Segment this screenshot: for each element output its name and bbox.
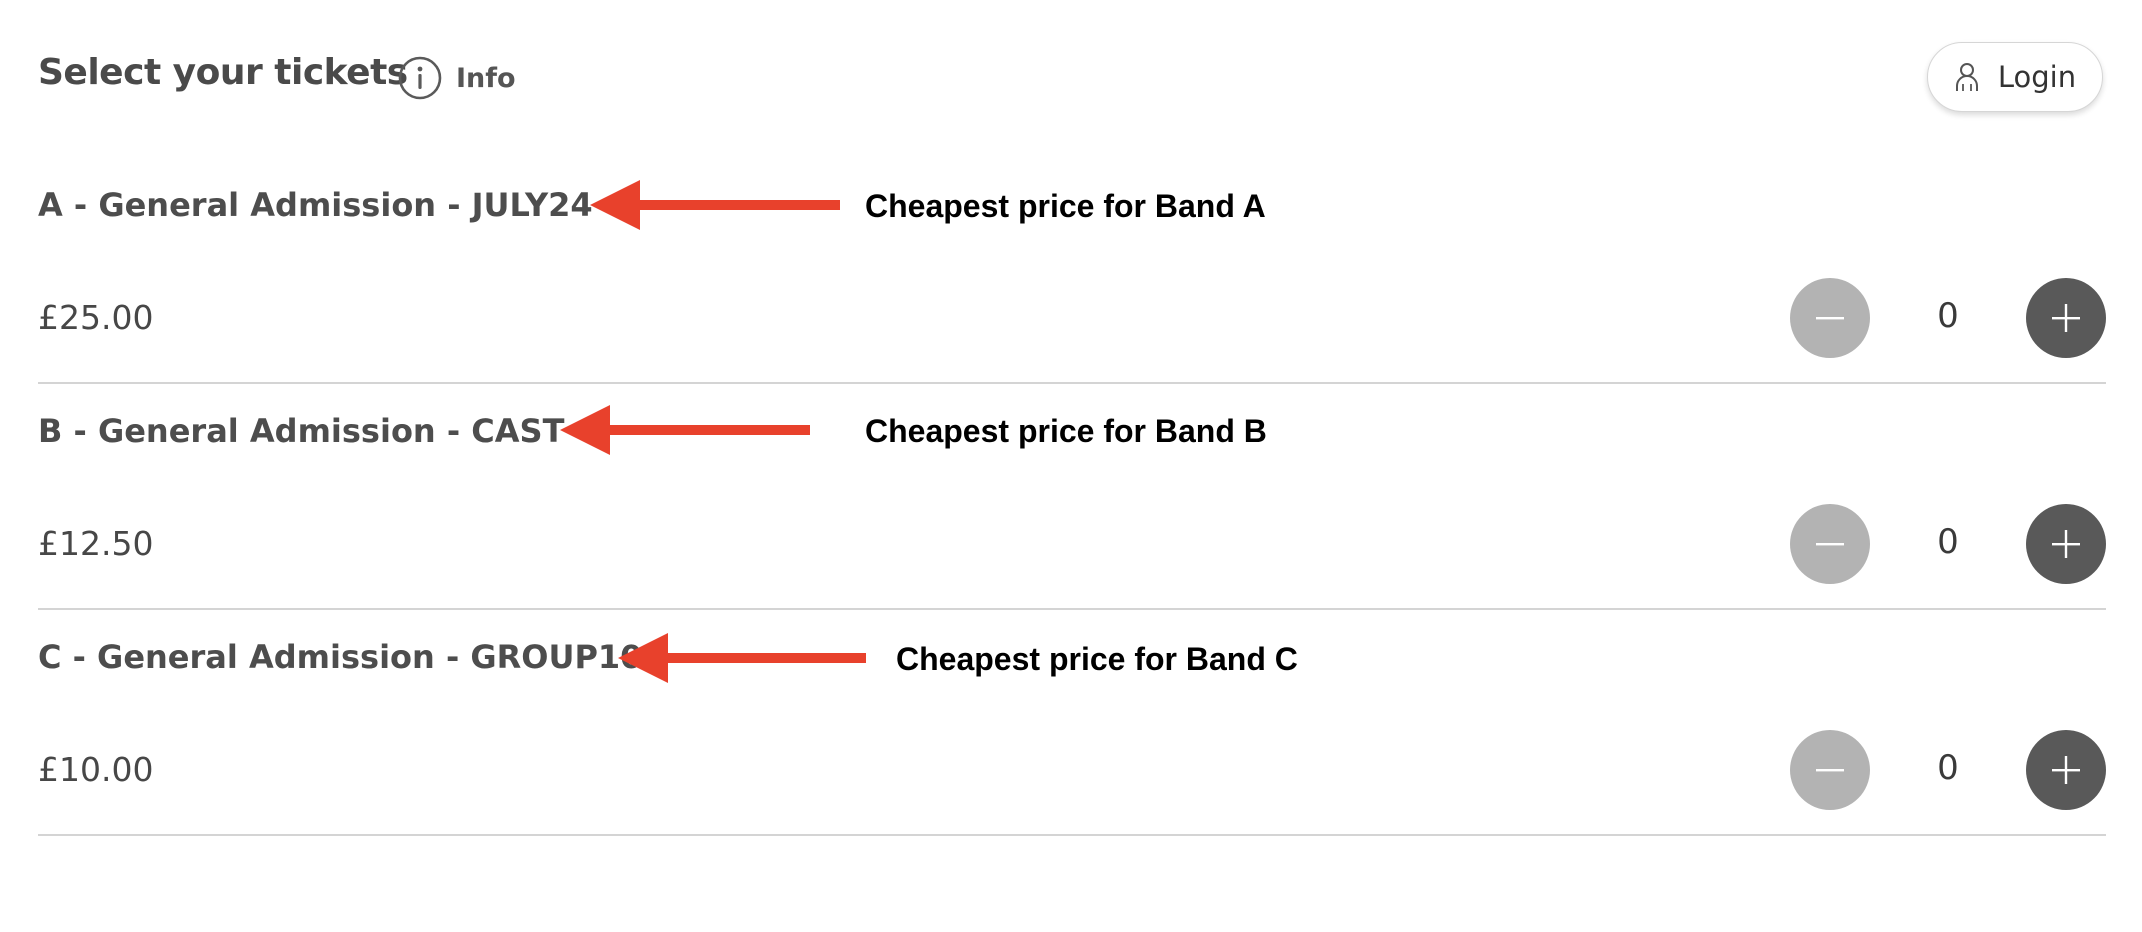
band-b-quantity: 0 xyxy=(1937,522,1959,562)
minus-icon xyxy=(1816,317,1844,320)
band-c-title: C - General Admission - GROUP10 xyxy=(38,638,643,676)
band-c-decrease-button[interactable] xyxy=(1790,730,1870,810)
band-b-title: B - General Admission - CAST xyxy=(38,412,565,450)
login-label: Login xyxy=(1997,60,2077,94)
annotation-band-a: Cheapest price for Band A xyxy=(865,188,1266,224)
info-circle-icon xyxy=(398,56,442,100)
annotation-band-b: Cheapest price for Band B xyxy=(865,413,1267,449)
band-c-quantity: 0 xyxy=(1937,748,1959,788)
band-b-price: £12.50 xyxy=(38,524,154,563)
band-b-decrease-button[interactable] xyxy=(1790,504,1870,584)
info-label: Info xyxy=(456,62,516,94)
user-icon xyxy=(1955,63,1978,91)
band-a-price: £25.00 xyxy=(38,298,154,337)
band-a-divider xyxy=(38,382,2106,384)
band-a-title: A - General Admission - JULY24 xyxy=(38,186,593,224)
band-c-price: £10.00 xyxy=(38,750,154,789)
band-b-increase-button[interactable] xyxy=(2026,504,2106,584)
band-a-decrease-button[interactable] xyxy=(1790,278,1870,358)
info-button[interactable]: Info xyxy=(398,54,516,102)
plus-icon xyxy=(2052,304,2080,332)
annotation-arrow-icon xyxy=(590,180,840,230)
minus-icon xyxy=(1816,543,1844,546)
band-a-increase-button[interactable] xyxy=(2026,278,2106,358)
login-button[interactable]: Login xyxy=(1927,42,2103,112)
band-c-divider xyxy=(38,834,2106,836)
minus-icon xyxy=(1816,769,1844,772)
annotation-arrow-icon xyxy=(560,405,810,455)
band-c-increase-button[interactable] xyxy=(2026,730,2106,810)
page-title: Select your tickets xyxy=(38,52,408,93)
plus-icon xyxy=(2052,530,2080,558)
annotation-band-c: Cheapest price for Band C xyxy=(896,641,1298,677)
band-b-divider xyxy=(38,608,2106,610)
band-a-quantity: 0 xyxy=(1937,296,1959,336)
annotation-arrow-icon xyxy=(618,633,866,683)
plus-icon xyxy=(2052,756,2080,784)
